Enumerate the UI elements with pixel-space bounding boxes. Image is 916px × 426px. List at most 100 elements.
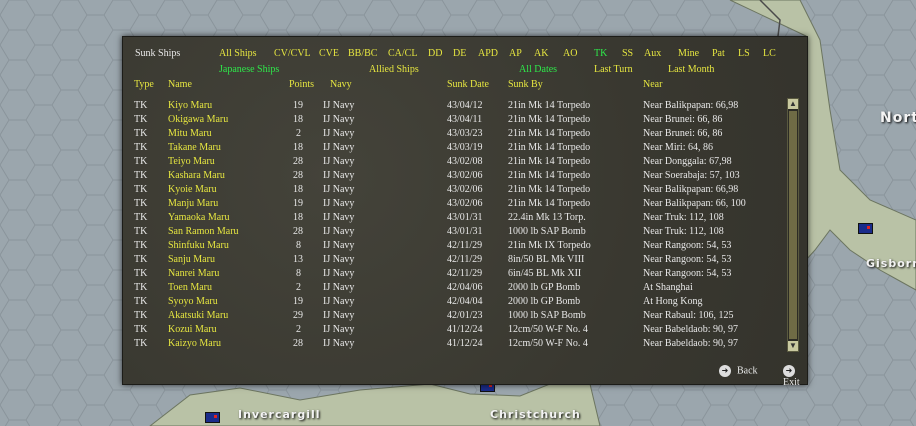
cell-navy: IJ Navy bbox=[323, 268, 355, 279]
cell-sunk-by: 21in Mk 14 Torpedo bbox=[508, 170, 591, 181]
filter-dd[interactable]: DD bbox=[428, 48, 442, 59]
filter-tk[interactable]: TK bbox=[594, 48, 607, 59]
cell-sunk-by: 21in Mk 14 Torpedo bbox=[508, 184, 591, 195]
table-row[interactable]: TK Takane Maru 18 IJ Navy 43/03/19 21in Mk 14… bbox=[123, 141, 783, 155]
cell-type: TK bbox=[134, 184, 148, 195]
cell-type: TK bbox=[134, 114, 148, 125]
table-row[interactable]: TK Syoyo Maru 19 IJ Navy 42/04/04 2000 lb GP … bbox=[123, 295, 783, 309]
cell-name: Syoyo Maru bbox=[168, 296, 218, 307]
cell-points: 28 bbox=[293, 170, 303, 181]
cell-near: At Hong Kong bbox=[643, 296, 703, 307]
cell-sunk-date: 41/12/24 bbox=[447, 324, 483, 335]
cell-name: Sanju Maru bbox=[168, 254, 215, 265]
back-button[interactable]: ➜ Back bbox=[719, 365, 758, 377]
period-last-turn[interactable]: Last Turn bbox=[594, 64, 633, 75]
cell-near: Near Rangoon: 54, 53 bbox=[643, 254, 732, 265]
table-row[interactable]: TK Akatsuki Maru 29 IJ Navy 42/01/23 1000 lb … bbox=[123, 309, 783, 323]
cell-near: Near Rangoon: 54, 53 bbox=[643, 240, 732, 251]
col-points-header[interactable]: Points bbox=[289, 79, 314, 90]
table-row[interactable]: TK Shinfuku Maru 8 IJ Navy 42/11/29 21in Mk I… bbox=[123, 239, 783, 253]
nz-flag-icon[interactable] bbox=[205, 412, 220, 423]
col-sunk-date-header[interactable]: Sunk Date bbox=[447, 79, 489, 90]
filter-ao[interactable]: AO bbox=[563, 48, 577, 59]
cell-sunk-by: 12cm/50 W-F No. 4 bbox=[508, 324, 588, 335]
cell-near: Near Brunei: 66, 86 bbox=[643, 128, 723, 139]
period-all-dates[interactable]: All Dates bbox=[519, 64, 557, 75]
cell-name: Toen Maru bbox=[168, 282, 213, 293]
table-row[interactable]: TK Kiyo Maru 19 IJ Navy 43/04/12 21in Mk 14 T… bbox=[123, 99, 783, 113]
table-row[interactable]: TK Yamaoka Maru 18 IJ Navy 43/01/31 22.4in Mk… bbox=[123, 211, 783, 225]
cell-points: 8 bbox=[296, 268, 301, 279]
filter-cve[interactable]: CVE bbox=[319, 48, 339, 59]
cell-sunk-date: 42/11/29 bbox=[447, 268, 483, 279]
period-last-month[interactable]: Last Month bbox=[668, 64, 714, 75]
filter-all-ships[interactable]: All Ships bbox=[219, 48, 257, 59]
filter-lc[interactable]: LC bbox=[763, 48, 776, 59]
back-arrow-icon: ➜ bbox=[719, 365, 731, 377]
scroll-down-icon[interactable]: ▼ bbox=[788, 341, 798, 351]
cell-sunk-date: 43/03/19 bbox=[447, 142, 483, 153]
filter-ak[interactable]: AK bbox=[534, 48, 548, 59]
cell-near: Near Babeldaob: 90, 97 bbox=[643, 338, 738, 349]
side-allied-ships[interactable]: Allied Ships bbox=[369, 64, 419, 75]
cell-type: TK bbox=[134, 268, 148, 279]
cell-type: TK bbox=[134, 128, 148, 139]
cell-navy: IJ Navy bbox=[323, 156, 355, 167]
filter-de[interactable]: DE bbox=[453, 48, 466, 59]
col-near-header[interactable]: Near bbox=[643, 79, 662, 90]
scrollbar-thumb[interactable] bbox=[789, 111, 797, 339]
filter-cv-cvl[interactable]: CV/CVL bbox=[274, 48, 311, 59]
cell-points: 2 bbox=[296, 282, 301, 293]
filter-ss[interactable]: SS bbox=[622, 48, 633, 59]
filter-apd[interactable]: APD bbox=[478, 48, 498, 59]
cell-points: 18 bbox=[293, 184, 303, 195]
table-row[interactable]: TK Toen Maru 2 IJ Navy 42/04/06 2000 lb GP Bo… bbox=[123, 281, 783, 295]
cell-navy: IJ Navy bbox=[323, 128, 355, 139]
col-name-header[interactable]: Name bbox=[168, 79, 192, 90]
cell-sunk-date: 41/12/24 bbox=[447, 338, 483, 349]
table-row[interactable]: TK Mitu Maru 2 IJ Navy 43/03/23 21in Mk 14 To… bbox=[123, 127, 783, 141]
side-japanese-ships[interactable]: Japanese Ships bbox=[219, 64, 279, 75]
table-row[interactable]: TK Manju Maru 19 IJ Navy 43/02/06 21in Mk 14 … bbox=[123, 197, 783, 211]
table-row[interactable]: TK Kashara Maru 28 IJ Navy 43/02/06 21in Mk 1… bbox=[123, 169, 783, 183]
cell-type: TK bbox=[134, 100, 148, 111]
table-row[interactable]: TK Kaizyo Maru 28 IJ Navy 41/12/24 12cm/50 W-… bbox=[123, 337, 783, 351]
table-row[interactable]: TK Teiyo Maru 28 IJ Navy 43/02/08 21in Mk 14 … bbox=[123, 155, 783, 169]
col-type-header[interactable]: Type bbox=[134, 79, 154, 90]
table-row[interactable]: TK Kyoie Maru 18 IJ Navy 43/02/06 21in Mk 14 … bbox=[123, 183, 783, 197]
cell-sunk-date: 42/04/06 bbox=[447, 282, 483, 293]
exit-button[interactable]: ➜Exit bbox=[783, 365, 807, 389]
cell-points: 18 bbox=[293, 114, 303, 125]
table-row[interactable]: TK Kozui Maru 2 IJ Navy 41/12/24 12cm/50 W-F … bbox=[123, 323, 783, 337]
cell-navy: IJ Navy bbox=[323, 142, 355, 153]
table-row[interactable]: TK Okigawa Maru 18 IJ Navy 43/04/11 21in Mk 1… bbox=[123, 113, 783, 127]
cell-sunk-date: 43/04/12 bbox=[447, 100, 483, 111]
filter-ap[interactable]: AP bbox=[509, 48, 522, 59]
table-row[interactable]: TK Sanju Maru 13 IJ Navy 42/11/29 8in/50 BL M… bbox=[123, 253, 783, 267]
cell-sunk-by: 22.4in Mk 13 Torp. bbox=[508, 212, 586, 223]
cell-points: 18 bbox=[293, 212, 303, 223]
table-row[interactable]: TK San Ramon Maru 28 IJ Navy 43/01/31 1000 lb… bbox=[123, 225, 783, 239]
filter-pat[interactable]: Pat bbox=[712, 48, 725, 59]
cell-sunk-date: 42/01/23 bbox=[447, 310, 483, 321]
filter-aux[interactable]: Aux bbox=[644, 48, 661, 59]
filter-ls[interactable]: LS bbox=[738, 48, 750, 59]
nz-flag-icon[interactable] bbox=[858, 223, 873, 234]
col-sunk-by-header[interactable]: Sunk By bbox=[508, 79, 543, 90]
cell-points: 28 bbox=[293, 226, 303, 237]
filter-ca-cl[interactable]: CA/CL bbox=[388, 48, 417, 59]
filter-bb-bc[interactable]: BB/BC bbox=[348, 48, 377, 59]
table-row[interactable]: TK Nanrei Maru 8 IJ Navy 42/11/29 6in/45 BL M… bbox=[123, 267, 783, 281]
cell-name: Yamaoka Maru bbox=[168, 212, 230, 223]
cell-sunk-date: 43/02/06 bbox=[447, 198, 483, 209]
vertical-scrollbar[interactable]: ▲ ▼ bbox=[787, 98, 799, 352]
cell-sunk-date: 43/02/06 bbox=[447, 184, 483, 195]
cell-name: Mitu Maru bbox=[168, 128, 212, 139]
filter-mine[interactable]: Mine bbox=[678, 48, 699, 59]
cell-near: Near Donggala: 67,98 bbox=[643, 156, 732, 167]
cell-sunk-date: 43/01/31 bbox=[447, 226, 483, 237]
scroll-up-icon[interactable]: ▲ bbox=[788, 99, 798, 109]
cell-type: TK bbox=[134, 338, 148, 349]
cell-type: TK bbox=[134, 156, 148, 167]
col-navy-header[interactable]: Navy bbox=[330, 79, 352, 90]
